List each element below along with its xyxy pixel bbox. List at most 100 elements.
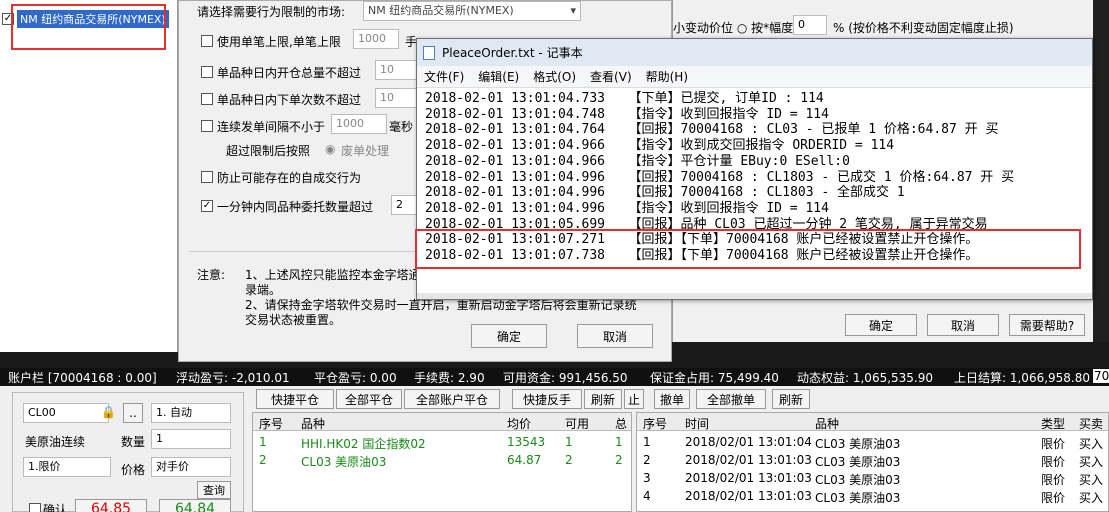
status-close-pnl: 平仓盈亏: 0.00 [314,371,397,385]
log-line: 2018-02-01 13:01:04.764 【回报】70004168 : C… [425,122,999,138]
cell-avg-price: 13543 [507,435,546,449]
opt4-suffix: 毫秒 [389,120,414,134]
status-margin: 保证金占用: 75,499.40 [650,371,779,385]
cell-symbol: CL03 美原油03 [815,491,901,505]
status-fee: 手续费: 2.90 [414,371,485,385]
lookup-button[interactable]: .. [123,403,143,423]
col-available: 可用 [565,417,590,431]
log-line: 2018-02-01 13:01:04.748 【指令】收到回报指令 ID = … [425,106,829,122]
stop-ok-button[interactable]: 确定 [845,314,917,336]
confirm-checkbox[interactable] [29,503,41,512]
notepad-title: PleaceOrder.txt - 记事本 [442,46,583,60]
code-input[interactable]: CL00 [23,403,109,423]
log-line: 2018-02-01 13:01:07.271 【回报】【下单】70004168… [425,232,979,248]
account-status-bar: 账户栏 [70004168 : 0.00] 浮动盈亏: -2,010.01 平仓… [0,368,1109,386]
log-line: 2018-02-01 13:01:04.996 【回报】70004168 : C… [425,169,1015,185]
orders-header: 序号 时间 品种 类型 买卖 [637,413,1108,431]
market-select[interactable]: NM 纽约商品交易所(NYMEX) ▾ [363,1,581,21]
cell-side: 买入 [1079,491,1104,505]
cell-type: 限价 [1041,491,1066,505]
opt5-label: 防止可能存在的自成交行为 [217,171,362,185]
divider [189,251,419,252]
notepad-titlebar: PleaceOrder.txt - 记事本 [417,39,1092,66]
cell-type: 限价 [1041,455,1066,469]
notepad-text-area[interactable]: 2018-02-01 13:01:04.733 【下单】已提交, 订单ID : … [425,91,1085,296]
buy-button[interactable]: 64.85 [75,499,147,512]
mode-select[interactable]: 1. 自动 [151,403,231,423]
col-symbol: 品种 [815,417,840,431]
quick-reverse-button[interactable]: 快捷反手 [512,389,582,409]
opt4-input[interactable]: 1000 [331,114,387,134]
opt3-label: 单品种日内下单次数不超过 [217,93,362,107]
opt2-input[interactable]: 10 [375,60,419,80]
risk-cancel-button[interactable]: 取消 [577,324,653,348]
market-select-value: NM 纽约商品交易所(NYMEX) [368,4,514,17]
col-avg-price: 均价 [507,417,532,431]
sell-button[interactable]: 64.84 [159,499,231,512]
opt6-checkbox[interactable]: ✓ [201,200,213,212]
qty-input[interactable]: 1 [151,429,231,449]
cell-index: 2 [643,453,651,467]
trading-area: CL00 🔒 .. 1. 自动 美原油连续 数量 1 1.限价 价格 对手价 查… [0,386,1109,512]
menu-edit[interactable]: 编辑(E) [471,68,526,85]
opt4-label: 连续发单间隔不小于 [217,120,326,134]
cell-available: 2 [565,453,573,467]
percent-input[interactable]: 0 [793,15,827,35]
opt3-checkbox[interactable] [201,93,213,105]
refresh-orders-button[interactable]: 刷新 [772,389,810,409]
cancel-order-button[interactable]: 撤单 [654,389,690,409]
stop-cancel-button[interactable]: 取消 [927,314,999,336]
opt4-checkbox[interactable] [201,120,213,132]
quick-close-button[interactable]: 快捷平仓 [256,389,334,409]
tree-item-nymex[interactable]: ✓ NM 纽约商品交易所(NYMEX) [2,10,169,28]
cell-total: 1 [615,435,623,449]
menu-file[interactable]: 文件(F) [417,68,471,85]
status-equity: 动态权益: 1,065,535.90 [797,371,934,385]
col-total: 总 [615,417,628,431]
lock-icon[interactable]: 🔒 [101,405,116,419]
menu-help[interactable]: 帮助(H) [639,68,695,85]
cell-symbol: CL03 美原油03 [815,455,901,469]
col-time: 时间 [685,417,710,431]
cancel-all-button[interactable]: 全部撤单 [696,389,766,409]
col-side: 买卖 [1079,417,1104,431]
opt5-checkbox[interactable] [201,171,213,183]
log-line: 2018-02-01 13:01:04.966 【指令】收到成交回报指令 ORD… [425,138,895,154]
price-input[interactable]: 对手价 [151,457,231,477]
horizontal-scrollbar[interactable] [417,293,1092,299]
opt1-checkbox[interactable] [201,35,213,47]
opt2-checkbox[interactable] [201,66,213,78]
menu-format[interactable]: 格式(O) [526,68,583,85]
cell-side: 买入 [1079,473,1104,487]
cell-symbol: CL03 美原油03 [815,437,901,451]
tree-checkbox[interactable]: ✓ [2,13,14,25]
cell-index: 1 [259,435,267,449]
help-button[interactable]: 需要帮助? [1009,314,1085,336]
close-all-accounts-button[interactable]: 全部账户平仓 [404,389,500,409]
query-button[interactable]: 查询 [197,481,231,499]
cell-time: 2018/02/01 13:01:04 [685,435,812,449]
refresh-positions-button[interactable]: 刷新 [584,389,622,409]
risk-ok-button[interactable]: 确定 [471,324,547,348]
status-right-tab[interactable]: 70 [1093,369,1109,383]
cell-time: 2018/02/01 13:01:03 [685,453,812,467]
stop-button[interactable]: 止 [624,389,644,409]
cell-symbol: HHI.HK02 国企指数02 [301,437,426,451]
status-available: 可用资金: 991,456.50 [503,371,628,385]
exceed-label: 超过限制后按照 [226,144,311,158]
right-edge-panel [1093,0,1109,342]
cell-symbol: CL03 美原油03 [301,455,387,469]
opt1-input[interactable]: 1000 [353,29,399,49]
col-type: 类型 [1041,417,1066,431]
close-all-button[interactable]: 全部平仓 [336,389,402,409]
radio-icon[interactable]: ◉ [325,142,335,156]
log-line: 2018-02-01 13:01:07.738 【回报】【下单】70004168… [425,248,979,264]
menu-view[interactable]: 查看(V) [583,68,639,85]
cell-index: 4 [643,489,651,503]
price-type-select[interactable]: 1.限价 [23,457,111,477]
cell-time: 2018/02/01 13:01:03 [685,489,812,503]
opt3-input[interactable]: 10 [375,88,419,108]
note-line-2b: 交易状态被重置。 [245,313,342,327]
cell-available: 1 [565,435,573,449]
log-line: 2018-02-01 13:01:04.996 【指令】收到回报指令 ID = … [425,200,829,216]
